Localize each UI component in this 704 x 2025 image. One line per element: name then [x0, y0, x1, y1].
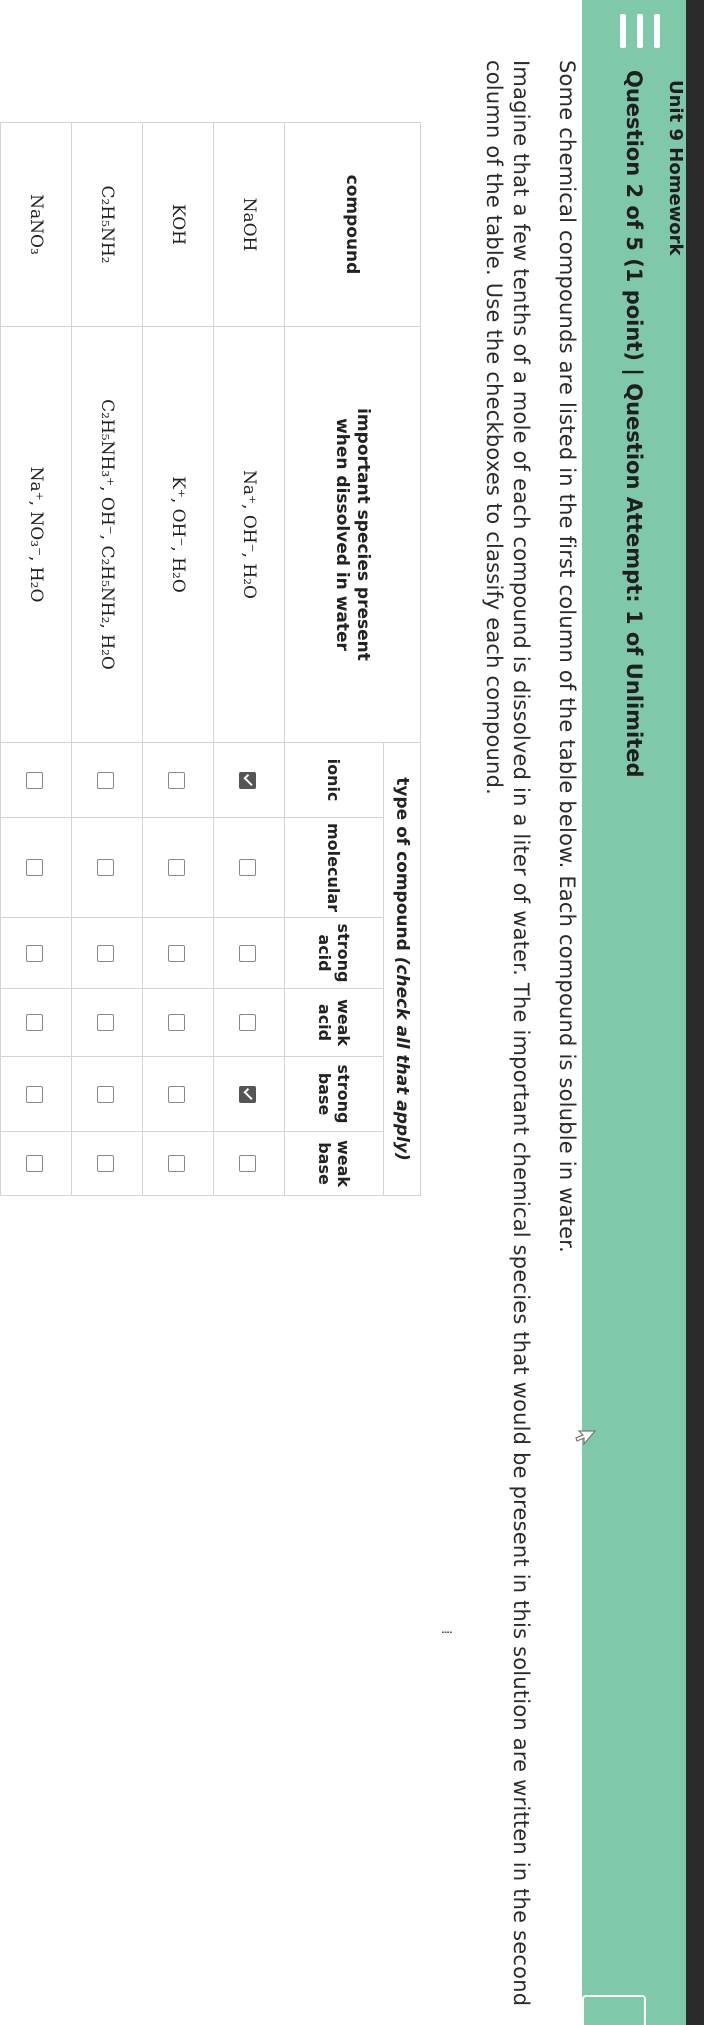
type-header-label-line-2: base — [315, 1072, 334, 1116]
checkbox-cell-weak-base — [142, 1131, 214, 1196]
section-title: Unit 9 Homework — [665, 80, 686, 256]
molecular-checkbox[interactable] — [97, 859, 115, 876]
mouse-cursor-icon — [575, 1430, 596, 1446]
molecular-checkbox[interactable] — [26, 859, 44, 876]
weak-base-checkbox[interactable] — [26, 1155, 44, 1172]
strong-acid-checkbox[interactable] — [168, 944, 186, 962]
ionic-checkbox[interactable] — [168, 771, 186, 789]
species-cell: K⁺, OH⁻, H₂O — [142, 326, 214, 743]
checkbox-cell-strong-acid — [71, 917, 143, 989]
checkbox-cell-strong-acid — [142, 917, 214, 989]
type-header-text: type of compound — [392, 777, 412, 951]
page: Unit 9 Homework Question 2 of 5 (1 point… — [0, 0, 704, 2025]
checkbox-cell-weak-acid — [71, 988, 143, 1057]
type-header-hint: (check all that apply) — [392, 956, 412, 1161]
prompt-paragraph-2: Imagine that a few tenths of a mole of e… — [482, 60, 533, 2007]
weak-base-checkbox[interactable] — [97, 1155, 115, 1172]
weak-base-checkbox[interactable] — [168, 1155, 186, 1172]
strong-acid-checkbox[interactable] — [26, 944, 44, 962]
text-cursor-icon: ⁞ — [438, 1630, 454, 1635]
molecular-checkbox[interactable] — [239, 859, 257, 876]
checkbox-cell-strong-base — [71, 1056, 143, 1132]
weak-acid-checkbox[interactable] — [239, 1014, 257, 1031]
prompt-paragraph-1: Some chemical compounds are listed in th… — [555, 60, 579, 1253]
type-header-weak-acid: weak acid — [284, 988, 384, 1057]
weak-base-checkbox[interactable] — [239, 1155, 257, 1172]
screen-edge — [686, 0, 704, 2025]
compound-column-header: compound — [284, 122, 421, 327]
strong-base-checkbox[interactable] — [26, 1085, 44, 1103]
species-cell: Na⁺, NO₃⁻, H₂O — [0, 326, 72, 743]
species-header-line-2: when dissolved in water — [332, 418, 353, 651]
ionic-checkbox[interactable] — [239, 771, 257, 789]
side-panel-tab[interactable] — [582, 1995, 646, 2025]
strong-base-checkbox[interactable] — [168, 1085, 186, 1103]
checkbox-cell-strong-acid — [213, 917, 285, 989]
type-header-strong-base: strong base — [284, 1056, 384, 1132]
table-row: NaNO₃ Na⁺, NO₃⁻, H₂O — [0, 122, 72, 1196]
species-cell: C₂H₅NH₃⁺, OH⁻, C₂H₅NH₂, H₂O — [71, 326, 143, 743]
strong-base-checkbox[interactable] — [239, 1085, 257, 1103]
table-row: NaOH Na⁺, OH⁻, H₂O — [213, 122, 285, 1196]
type-header-weak-base: weak base — [284, 1131, 384, 1196]
checkbox-cell-weak-base — [71, 1131, 143, 1196]
type-header-label-line-1: weak — [334, 1139, 353, 1188]
type-header-ionic: ionic — [284, 742, 384, 818]
checkbox-cell-ionic — [142, 742, 214, 818]
checkbox-cell-strong-base — [213, 1056, 285, 1132]
hamburger-menu-icon[interactable] — [620, 14, 660, 48]
type-column-header: type of compound (check all that apply) — [383, 742, 421, 1196]
strong-base-checkbox[interactable] — [97, 1085, 115, 1103]
type-header-label-line-1: molecular — [324, 822, 344, 913]
table-row: C₂H₅NH₂ C₂H₅NH₃⁺, OH⁻, C₂H₅NH₂, H₂O — [71, 122, 143, 1196]
checkbox-cell-molecular — [71, 817, 143, 918]
ionic-checkbox[interactable] — [26, 771, 44, 789]
species-column-header: important species present when dissolved… — [284, 326, 421, 743]
type-header-label-line-2: base — [315, 1142, 334, 1185]
strong-acid-checkbox[interactable] — [97, 944, 115, 962]
checkbox-cell-weak-acid — [213, 988, 285, 1057]
checkbox-cell-ionic — [71, 742, 143, 818]
question-header: Unit 9 Homework Question 2 of 5 (1 point… — [582, 0, 686, 2025]
table-body: NaOH Na⁺, OH⁻, H₂O KOH K⁺, OH⁻, H₂O C₂H₅NH₂ C… — [0, 122, 285, 1196]
checkbox-cell-weak-base — [0, 1131, 72, 1196]
strong-acid-checkbox[interactable] — [239, 944, 257, 962]
type-header-molecular: molecular — [284, 817, 384, 918]
type-header-label-line-1: strong — [334, 923, 353, 983]
type-header-strong-acid: strong acid — [284, 917, 384, 989]
type-header-label-line-2: acid — [315, 1003, 334, 1042]
molecular-checkbox[interactable] — [168, 859, 186, 876]
species-cell: Na⁺, OH⁻, H₂O — [213, 326, 285, 743]
checkbox-cell-weak-acid — [0, 988, 72, 1057]
question-title: Question 2 of 5 (1 point) | Question Att… — [622, 70, 646, 778]
ionic-checkbox[interactable] — [97, 771, 115, 789]
type-header-label-line-1: strong — [334, 1064, 353, 1124]
type-header-label-line-1: ionic — [324, 758, 344, 802]
type-header-label-line-1: weak — [334, 998, 353, 1047]
classification-table: compound important species present when … — [0, 122, 421, 1196]
compound-cell: KOH — [142, 122, 214, 327]
type-header-label-line-2: acid — [315, 934, 334, 972]
checkbox-cell-molecular — [142, 817, 214, 918]
checkbox-cell-weak-acid — [142, 988, 214, 1057]
checkbox-cell-strong-base — [142, 1056, 214, 1132]
species-header-line-1: important species present — [353, 408, 374, 661]
weak-acid-checkbox[interactable] — [26, 1014, 44, 1031]
weak-acid-checkbox[interactable] — [168, 1014, 186, 1031]
checkbox-cell-molecular — [0, 817, 72, 918]
compound-cell: NaNO₃ — [0, 122, 72, 327]
weak-acid-checkbox[interactable] — [97, 1014, 115, 1031]
compound-cell: C₂H₅NH₂ — [71, 122, 143, 327]
checkbox-cell-molecular — [213, 817, 285, 918]
checkbox-cell-strong-acid — [0, 917, 72, 989]
checkbox-cell-weak-base — [213, 1131, 285, 1196]
checkbox-cell-strong-base — [0, 1056, 72, 1132]
checkbox-cell-ionic — [0, 742, 72, 818]
compound-cell: NaOH — [213, 122, 285, 327]
table-row: KOH K⁺, OH⁻, H₂O — [142, 122, 214, 1196]
checkbox-cell-ionic — [213, 742, 285, 818]
